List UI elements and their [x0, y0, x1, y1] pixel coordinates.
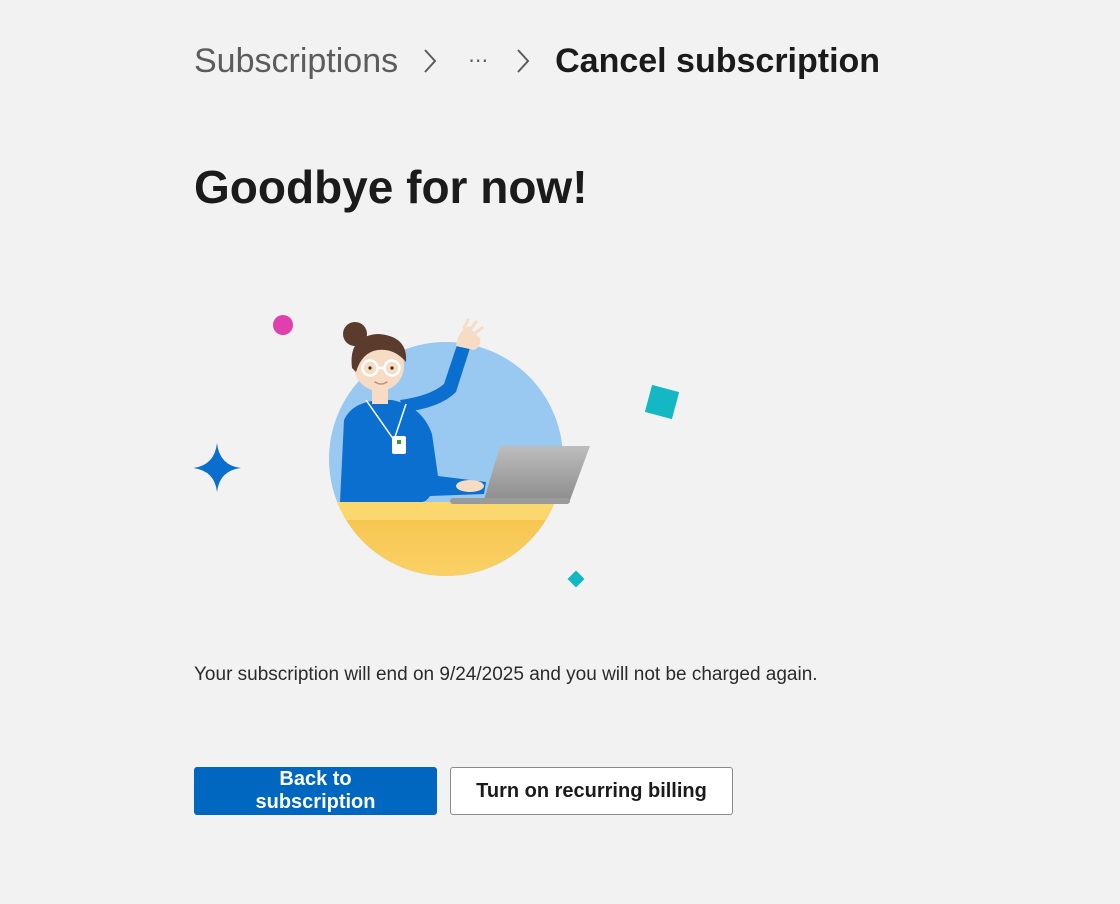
pink-dot	[273, 315, 293, 335]
breadcrumb-subscriptions-link[interactable]: Subscriptions	[194, 38, 398, 84]
teal-diamond	[567, 570, 585, 588]
chevron-right-icon	[420, 38, 440, 84]
back-to-subscription-button[interactable]: Back to subscription	[194, 767, 437, 815]
sparkle-icon	[193, 443, 241, 492]
desk	[329, 502, 563, 576]
cancellation-message: Your subscription will end on 9/24/2025 …	[194, 664, 818, 685]
teal-square	[644, 384, 680, 420]
action-buttons: Back to subscription Turn on recurring b…	[194, 767, 733, 815]
breadcrumb: Subscriptions ⋯ Cancel subscription	[194, 38, 880, 84]
breadcrumb-ellipsis-button[interactable]: ⋯	[462, 38, 495, 84]
turn-on-recurring-billing-button[interactable]: Turn on recurring billing	[450, 767, 733, 815]
chevron-right-icon	[513, 38, 533, 84]
breadcrumb-current: Cancel subscription	[555, 42, 881, 80]
page-title: Goodbye for now!	[194, 161, 588, 213]
goodbye-illustration	[193, 300, 694, 600]
